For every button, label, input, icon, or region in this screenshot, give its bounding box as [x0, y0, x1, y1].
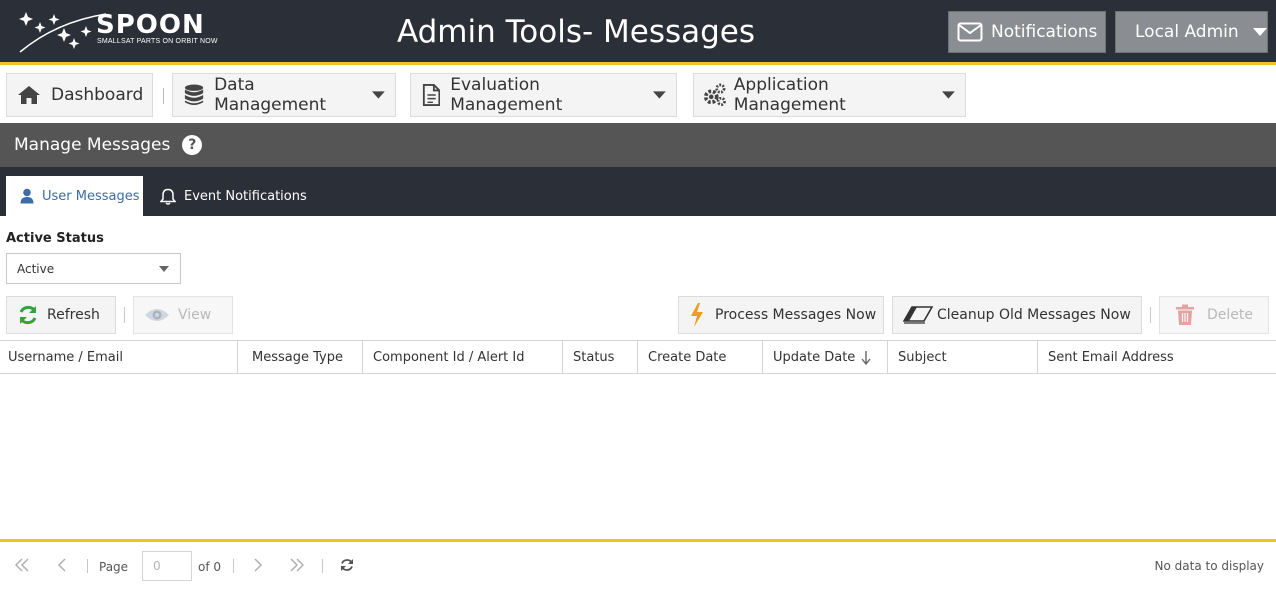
process-messages-button[interactable]: Process Messages Now [678, 296, 884, 334]
document-icon [422, 84, 441, 106]
toolbar-divider [124, 307, 125, 323]
refresh-button[interactable]: Refresh [6, 296, 116, 334]
pager-status: No data to display [1154, 559, 1264, 573]
envelope-icon [957, 22, 983, 42]
process-messages-label: Process Messages Now [715, 307, 877, 323]
pager-divider [322, 559, 323, 573]
chevron-down-icon [159, 266, 169, 272]
column-header[interactable]: Subject [888, 341, 1038, 374]
tab-bar: User Messages Event Notifications [0, 167, 1276, 216]
active-status-value: Active [17, 261, 55, 276]
trash-icon [1176, 304, 1194, 325]
user-icon [20, 188, 34, 204]
eye-icon [145, 309, 169, 321]
column-header-update-date[interactable]: Update Date [763, 341, 888, 374]
pager: Page 0 of 0 No data to display [0, 539, 1276, 589]
notifications-label: Notifications [991, 22, 1098, 42]
view-label: View [178, 307, 212, 323]
user-menu-button[interactable]: Local Admin [1115, 11, 1268, 53]
help-icon[interactable]: ? [182, 135, 203, 155]
column-header[interactable]: Status [563, 341, 638, 374]
tab-user-messages-label: User Messages [42, 188, 140, 204]
section-header: Manage Messages ? [0, 123, 1276, 167]
page-number-input[interactable]: 0 [142, 551, 192, 581]
tab-user-messages[interactable]: User Messages [6, 176, 143, 216]
lightning-icon [691, 303, 703, 327]
nav-evaluation-management-label: Evaluation Management [450, 75, 563, 115]
column-header[interactable]: Create Date [638, 341, 763, 374]
notifications-button[interactable]: Notifications [948, 11, 1106, 53]
column-header[interactable]: Component Id / Alert Id [363, 341, 563, 374]
chevron-down-icon [372, 91, 386, 99]
main-nav: Dashboard Data Management Evaluation Man… [0, 68, 1276, 123]
tab-event-notifications[interactable]: Event Notifications [150, 176, 320, 216]
nav-application-management[interactable]: Application Management [693, 73, 966, 117]
column-header[interactable]: Message Type [238, 341, 363, 374]
pager-divider [233, 559, 234, 573]
column-header[interactable]: Username / Email [0, 341, 238, 374]
bell-icon [160, 188, 176, 205]
nav-evaluation-management[interactable]: Evaluation Management [410, 73, 677, 117]
nav-divider [163, 88, 164, 104]
refresh-label: Refresh [47, 307, 100, 323]
tab-event-notifications-label: Event Notifications [184, 188, 307, 204]
nav-dashboard-label: Dashboard [51, 85, 144, 105]
view-button[interactable]: View [133, 296, 233, 334]
page-count-label: of 0 [198, 560, 222, 574]
nav-dashboard[interactable]: Dashboard [6, 73, 153, 117]
last-page-icon[interactable] [290, 558, 304, 572]
chevron-down-icon [1252, 28, 1267, 36]
delete-label: Delete [1207, 307, 1253, 323]
user-menu-label: Local Admin [1135, 22, 1239, 42]
refresh-icon [19, 305, 37, 325]
messages-grid-header: Username / Email Message Type Component … [0, 340, 1276, 374]
chevron-down-icon [653, 91, 666, 99]
previous-page-icon[interactable] [57, 558, 67, 572]
chevron-down-icon [942, 91, 955, 99]
first-page-icon[interactable] [15, 558, 29, 572]
page-label: Page [99, 560, 129, 574]
active-status-select[interactable]: Active [6, 253, 181, 284]
nav-application-management-label: Application Management [733, 75, 846, 115]
messages-grid-body [0, 374, 1276, 539]
column-header[interactable]: Sent Email Address [1038, 341, 1276, 374]
eraser-icon [903, 306, 933, 324]
top-header: SPOON SMALLSAT PARTS ON ORBIT NOW Admin … [0, 0, 1276, 65]
home-icon [18, 86, 40, 104]
column-header-label: Update Date [773, 350, 856, 365]
gears-icon [703, 83, 726, 106]
refresh-icon[interactable] [340, 558, 354, 572]
nav-data-management[interactable]: Data Management [172, 73, 396, 117]
nav-data-management-label: Data Management [214, 75, 327, 115]
section-title: Manage Messages [14, 135, 171, 155]
delete-button[interactable]: Delete [1159, 296, 1269, 334]
next-page-icon[interactable] [253, 558, 263, 572]
active-status-label: Active Status [6, 231, 104, 246]
sort-descending-icon [861, 350, 871, 365]
database-icon [184, 84, 204, 106]
cleanup-messages-label: Cleanup Old Messages Now [937, 307, 1131, 323]
cleanup-messages-button[interactable]: Cleanup Old Messages Now [892, 296, 1142, 334]
toolbar-divider [1150, 307, 1151, 323]
pager-divider [87, 559, 88, 573]
